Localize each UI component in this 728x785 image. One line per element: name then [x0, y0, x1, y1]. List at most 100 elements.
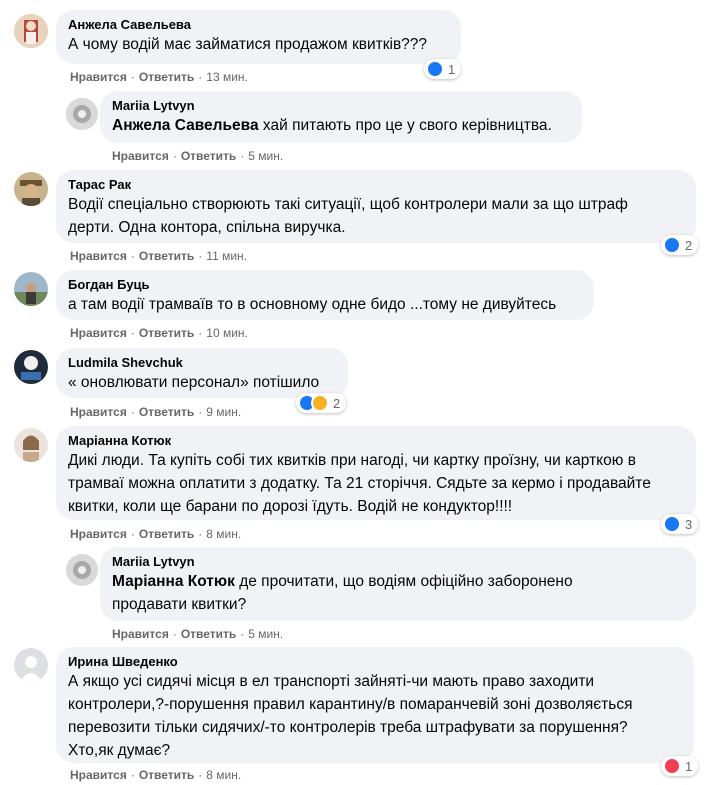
default-avatar-icon — [14, 648, 48, 682]
avatar[interactable] — [14, 172, 48, 206]
reply-button[interactable]: Ответить — [181, 149, 236, 163]
like-button[interactable]: Нравится — [70, 326, 127, 340]
like-reaction-icon — [663, 515, 681, 533]
like-button[interactable]: Нравится — [70, 768, 127, 782]
avatar[interactable] — [14, 648, 48, 682]
comment-text: А чому водій має займатися продажом квит… — [68, 36, 428, 53]
separator: · — [172, 149, 177, 163]
timestamp[interactable]: 10 мин. — [206, 326, 248, 340]
like-button[interactable]: Нравится — [70, 70, 127, 84]
like-button[interactable]: Нравится — [70, 405, 127, 419]
reaction-count[interactable]: 1 — [424, 59, 462, 79]
reaction-count[interactable]: 1 — [661, 756, 699, 776]
comment-text-line: контролери,?-порушення правил карантину/… — [68, 696, 633, 713]
comment-actions: Нравится · Ответить · 11 мин. — [70, 248, 247, 264]
comment-text-line: продавати квитки? — [112, 596, 247, 613]
comment-author[interactable]: Богдан Буць — [68, 277, 582, 293]
comment-actions: Нравится · Ответить · 13 мин. — [70, 69, 248, 85]
reaction-count-value: 3 — [685, 516, 693, 532]
separator: · — [172, 627, 177, 641]
comment-text-line: Дикі люди. Та купіть собі тих квитків пр… — [68, 452, 636, 469]
reaction-count[interactable]: 2 — [296, 393, 347, 413]
timestamp[interactable]: 11 мин. — [206, 249, 247, 263]
avatar-photo-icon — [66, 98, 98, 130]
avatar-photo-icon — [14, 272, 48, 306]
comment-author[interactable]: Mariia Lytvyn — [112, 554, 684, 570]
comment-bubble: Ирина Шведенко А якщо усі сидячі місця в… — [56, 647, 694, 763]
separator: · — [130, 527, 135, 541]
separator: · — [130, 768, 135, 782]
comment-author[interactable]: Тарас Рак — [68, 177, 684, 193]
avatar[interactable] — [66, 554, 98, 586]
separator: · — [130, 405, 135, 419]
separator: · — [198, 326, 203, 340]
comment-bubble: Богдан Буць а там водії трамваїв то в ос… — [56, 270, 594, 320]
mention-link[interactable]: Анжела Савельева — [112, 117, 259, 134]
reaction-count-value: 2 — [685, 237, 693, 253]
reply-button[interactable]: Ответить — [139, 405, 194, 419]
reply-text: де прочитати, що водіям офіційно заборон… — [234, 573, 573, 590]
timestamp[interactable]: 13 мин. — [206, 70, 248, 84]
comment-text-line: Маріанна Котюк де прочитати, що водіям о… — [112, 570, 684, 593]
reaction-count[interactable]: 3 — [661, 514, 699, 534]
comment-text-line: А якщо усі сидячі місця в ел транспорті … — [68, 673, 595, 690]
timestamp[interactable]: 8 мин. — [206, 527, 241, 541]
like-reaction-icon — [426, 60, 444, 78]
avatar[interactable] — [14, 14, 48, 48]
reaction-count-value: 1 — [685, 758, 693, 774]
mention-link[interactable]: Маріанна Котюк — [112, 573, 235, 590]
reply-button[interactable]: Ответить — [139, 527, 194, 541]
separator: · — [130, 249, 135, 263]
reply-button[interactable]: Ответить — [139, 768, 194, 782]
comment-actions: Нравится · Ответить · 10 мин. — [70, 325, 248, 341]
reply-button[interactable]: Ответить — [139, 249, 194, 263]
comment-actions: Нравится · Ответить · 8 мин. — [70, 767, 241, 783]
avatar-photo-icon — [14, 172, 48, 206]
separator: · — [198, 768, 203, 782]
avatar[interactable] — [66, 98, 98, 130]
love-reaction-icon — [663, 757, 681, 775]
comment-actions: Нравится · Ответить · 5 мин. — [112, 148, 283, 164]
timestamp[interactable]: 9 мин. — [206, 405, 241, 419]
comment-text-line: Хто,як думає? — [68, 742, 171, 759]
avatar[interactable] — [14, 350, 48, 384]
comment-author[interactable]: Ирина Шведенко — [68, 654, 682, 670]
reply-button[interactable]: Ответить — [181, 627, 236, 641]
reply-bubble: Mariia Lytvyn Анжела Савельева хай питаю… — [100, 91, 582, 143]
comment-actions: Нравится · Ответить · 9 мин. — [70, 404, 241, 420]
reaction-count-value: 1 — [448, 61, 456, 77]
comment-text-line: дерти. Одна контора, спільна виручка. — [68, 219, 346, 236]
avatar-photo-icon — [66, 554, 98, 586]
separator: · — [130, 326, 135, 340]
avatar[interactable] — [14, 428, 48, 462]
timestamp[interactable]: 5 мин. — [248, 149, 283, 163]
reaction-count-value: 2 — [333, 395, 341, 411]
comment-text-line: Водії спеціально створюють такі ситуації… — [68, 196, 628, 213]
comment-author[interactable]: Mariia Lytvyn — [112, 98, 570, 114]
reply-button[interactable]: Ответить — [139, 70, 194, 84]
like-button[interactable]: Нравится — [112, 149, 169, 163]
separator: · — [240, 149, 245, 163]
comment-author[interactable]: Ludmila Shevchuk — [68, 355, 336, 371]
reply-button[interactable]: Ответить — [139, 326, 194, 340]
like-button[interactable]: Нравится — [112, 627, 169, 641]
like-button[interactable]: Нравится — [70, 527, 127, 541]
separator: · — [198, 70, 203, 84]
timestamp[interactable]: 5 мин. — [248, 627, 283, 641]
comment-bubble: Анжела Савельева А чому водій має займат… — [56, 10, 461, 64]
comment-bubble: Тарас Рак Водії спеціально створюють так… — [56, 170, 696, 243]
avatar[interactable] — [14, 272, 48, 306]
like-button[interactable]: Нравится — [70, 249, 127, 263]
comment-bubble: Маріанна Котюк Дикі люди. Та купіть собі… — [56, 426, 696, 520]
separator: · — [130, 70, 135, 84]
comment-author[interactable]: Маріанна Котюк — [68, 433, 684, 449]
reaction-count[interactable]: 2 — [661, 235, 699, 255]
avatar-photo-icon — [14, 428, 48, 462]
timestamp[interactable]: 8 мин. — [206, 768, 241, 782]
comment-author[interactable]: Анжела Савельева — [68, 17, 449, 33]
reply-bubble: Mariia Lytvyn Маріанна Котюк де прочитат… — [100, 547, 696, 621]
comment-text-line: перевозити тільки сидячих/-то контролері… — [68, 719, 628, 736]
separator: · — [240, 627, 245, 641]
separator: · — [198, 527, 203, 541]
comment-text: а там водії трамваїв то в основному одне… — [68, 296, 557, 313]
